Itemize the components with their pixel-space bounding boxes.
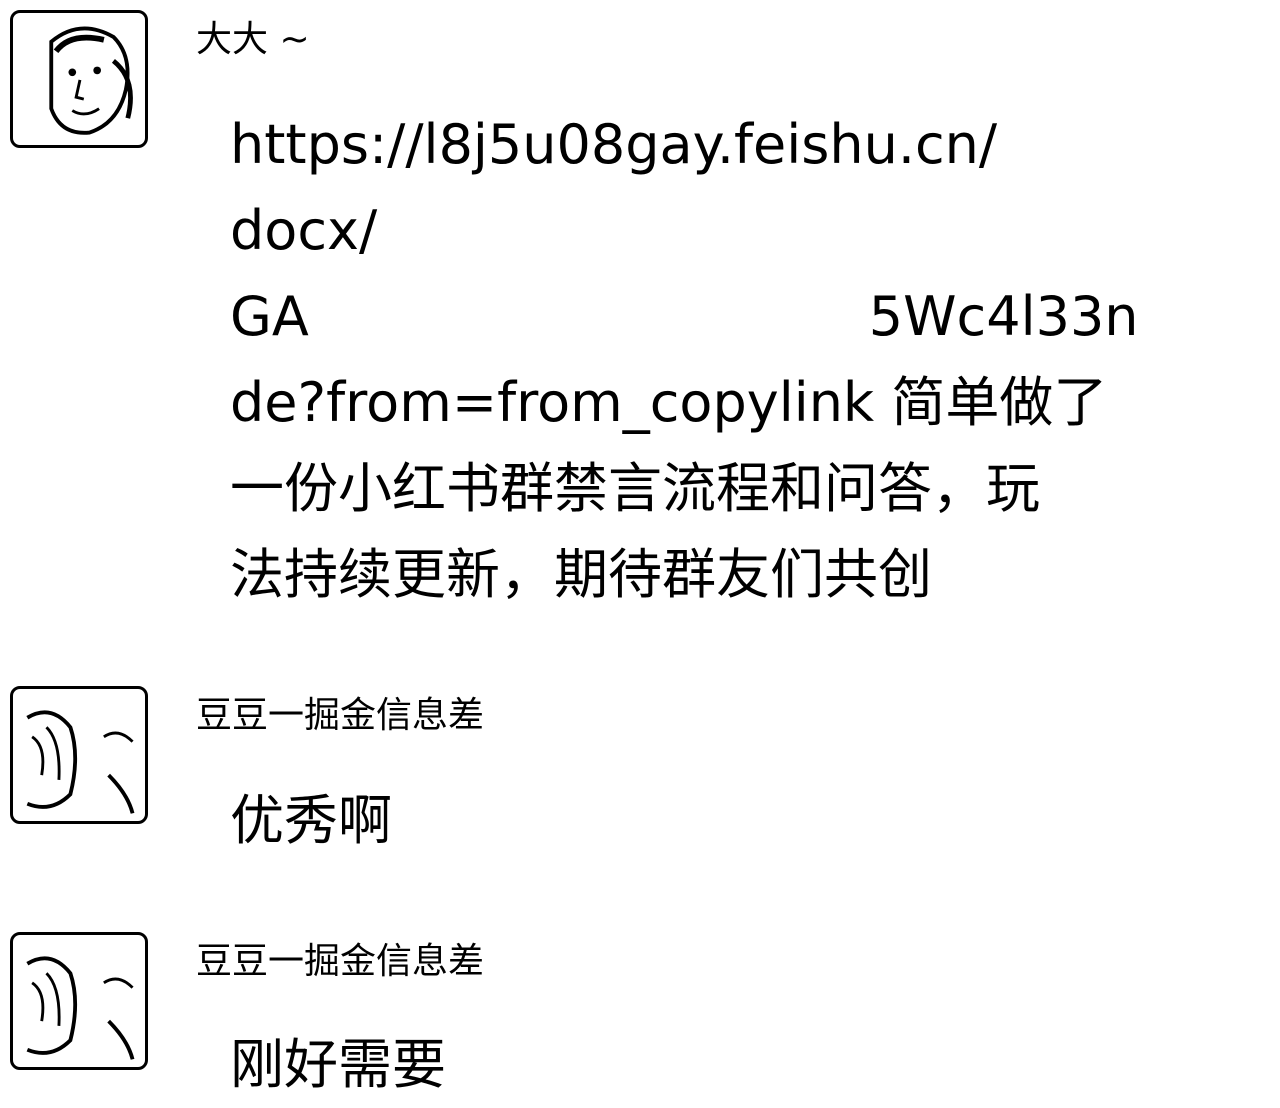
sender-name: 豆豆一掘金信息差 (196, 695, 485, 736)
message-text[interactable]: 优秀啊 (230, 778, 1110, 864)
avatar[interactable] (10, 932, 148, 1070)
message-text[interactable]: 刚好需要 (230, 1022, 1110, 1108)
message-fragment: 5Wc4l33n (868, 285, 1139, 348)
message-fragment: GA (230, 285, 309, 348)
message-text[interactable]: https://l8j5u08gay.feishu.cn/ docx/ GA 5W… (230, 102, 1139, 618)
user-portrait-icon (26, 956, 135, 1060)
message-line: 法持续更新，期待群友们共创 (230, 543, 932, 606)
sender-name: 大大 ~ (196, 19, 310, 60)
avatar[interactable] (10, 10, 148, 148)
avatar[interactable] (10, 686, 148, 824)
user-portrait-icon (49, 26, 133, 135)
sender-name: 豆豆一掘金信息差 (196, 941, 485, 982)
message-line: de?from=from_copylink 简单做了 (230, 371, 1108, 434)
chat-thread: 大大 ~ https://l8j5u08gay.feishu.cn/ docx/… (0, 0, 1280, 1099)
message-line: https://l8j5u08gay.feishu.cn/ (230, 113, 998, 176)
message-line: GA 5Wc4l33n (230, 274, 1139, 360)
user-portrait-icon (26, 710, 135, 814)
message-line: docx/ (230, 199, 378, 262)
message-line: 一份小红书群禁言流程和问答，玩 (230, 457, 1040, 520)
